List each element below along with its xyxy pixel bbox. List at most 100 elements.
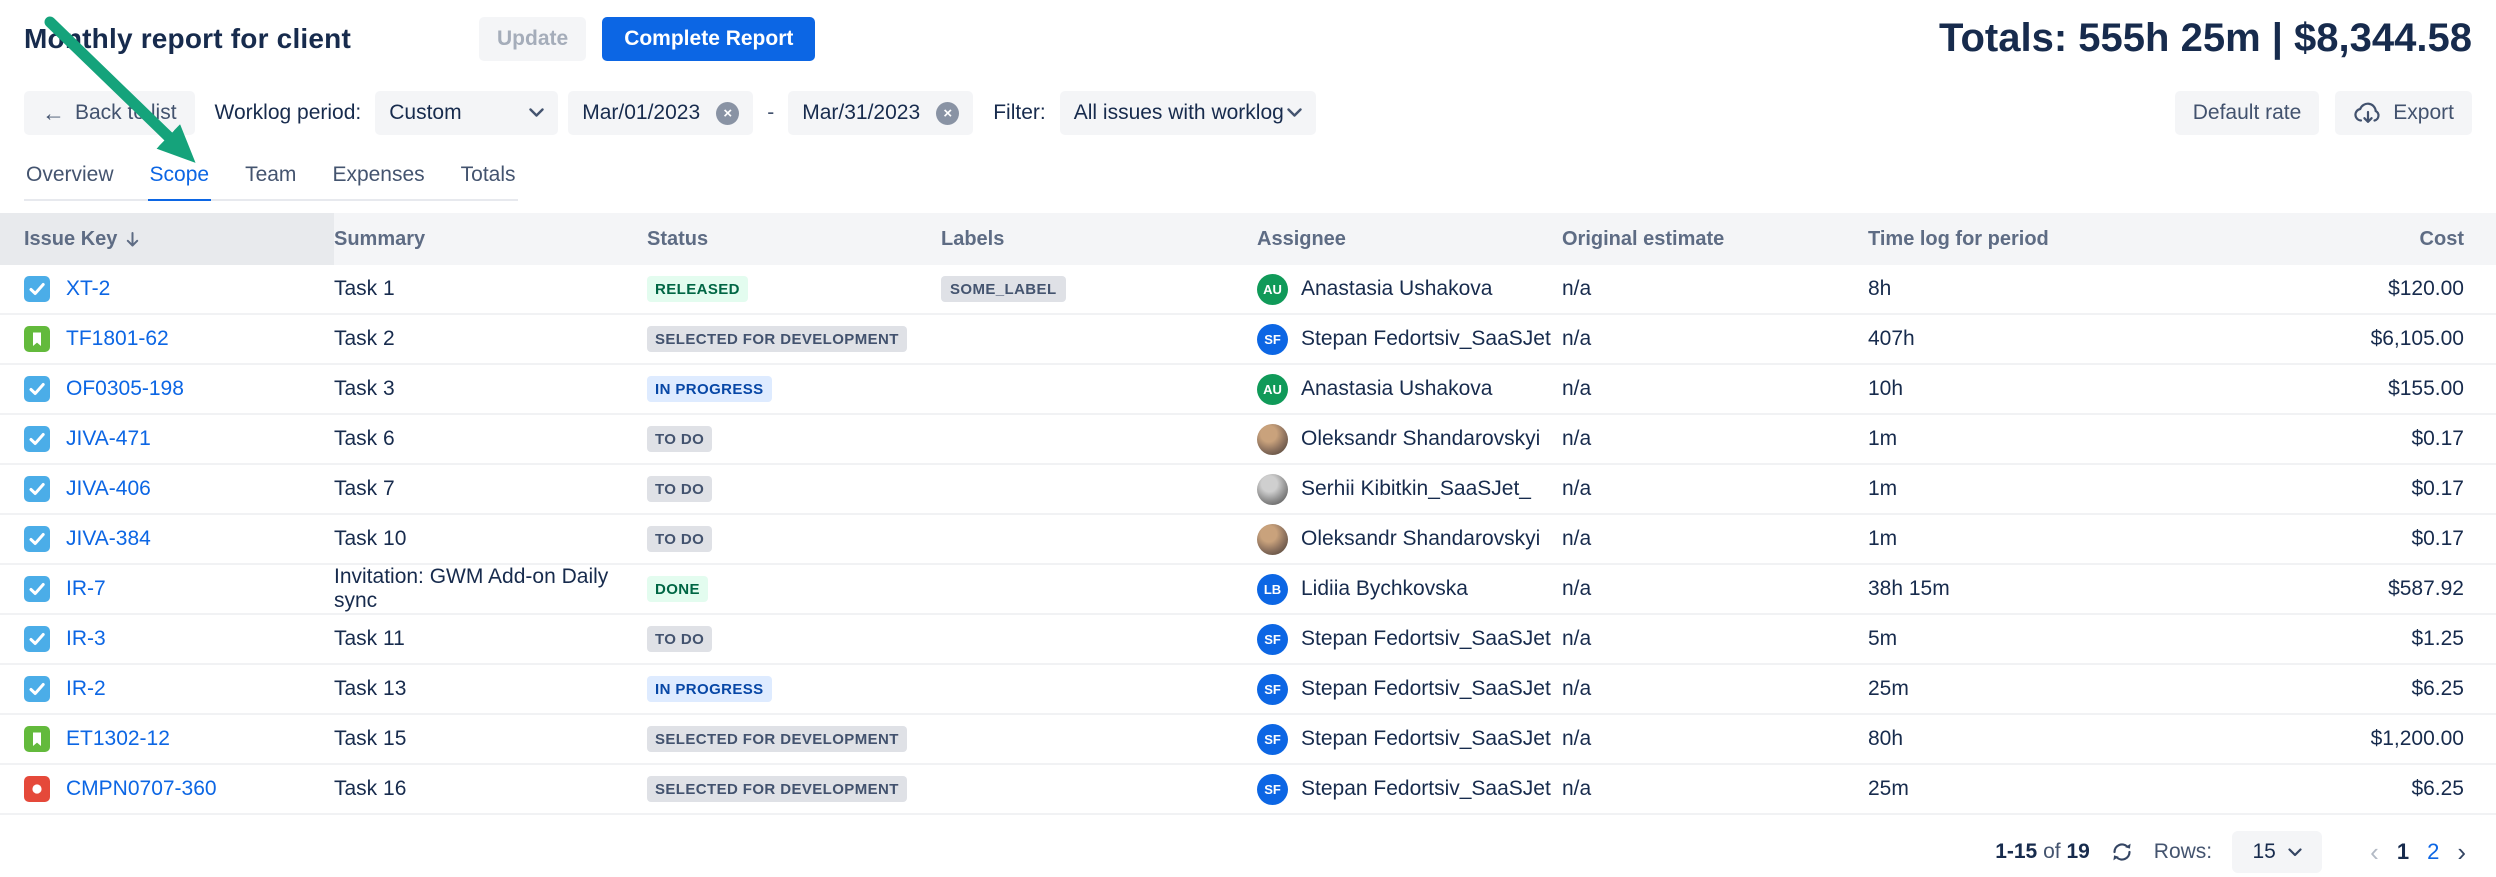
status-badge: TO DO — [647, 476, 712, 502]
next-page-button[interactable]: › — [2457, 837, 2466, 868]
page-button-2[interactable]: 2 — [2427, 839, 2439, 865]
avatar: SF — [1257, 724, 1288, 755]
status-cell: DONE — [647, 576, 941, 602]
status-badge: IN PROGRESS — [647, 676, 772, 702]
table-body: XT-2Task 1RELEASEDSOME_LABELAUAnastasia … — [0, 265, 2496, 815]
issue-key-cell: CMPN0707-360 — [0, 776, 334, 802]
cost-cell: $155.00 — [2150, 377, 2496, 401]
issue-key-cell: OF0305-198 — [0, 376, 334, 402]
summary-cell: Task 2 — [334, 327, 647, 351]
issue-key-link[interactable]: IR-2 — [66, 677, 106, 701]
complete-report-button[interactable]: Complete Report — [602, 17, 815, 61]
issue-key-link[interactable]: JIVA-384 — [66, 527, 151, 551]
issues-table: Issue KeySummaryStatusLabelsAssigneeOrig… — [0, 213, 2496, 815]
filter-label: Filter: — [993, 101, 1046, 125]
story-type-icon — [24, 726, 50, 752]
summary-cell: Task 6 — [334, 427, 647, 451]
column-header-label: Summary — [334, 228, 425, 250]
status-cell: SELECTED FOR DEVELOPMENT — [647, 326, 941, 352]
refresh-icon — [2110, 840, 2134, 864]
tab-team[interactable]: Team — [243, 163, 298, 199]
clear-date-icon[interactable]: × — [936, 102, 959, 125]
date-from-input[interactable]: Mar/01/2023 × — [568, 91, 753, 135]
tab-expenses[interactable]: Expenses — [330, 163, 426, 199]
tab-overview[interactable]: Overview — [24, 163, 116, 199]
table-row: XT-2Task 1RELEASEDSOME_LABELAUAnastasia … — [0, 265, 2496, 315]
column-header-labels: Labels — [941, 228, 1257, 251]
pagination: ‹ 12 › — [2370, 837, 2466, 868]
issue-key-link[interactable]: CMPN0707-360 — [66, 777, 217, 801]
issue-key-link[interactable]: IR-3 — [66, 627, 106, 651]
filter-select[interactable]: All issues with worklog — [1060, 91, 1316, 135]
tab-scope[interactable]: Scope — [148, 163, 212, 201]
date-to-input[interactable]: Mar/31/2023 × — [788, 91, 973, 135]
assignee-cell: SFStepan Fedortsiv_SaaSJet — [1257, 724, 1562, 755]
of-label: of — [2043, 840, 2061, 863]
original-estimate-cell: n/a — [1562, 677, 1868, 701]
export-button[interactable]: Export — [2335, 91, 2472, 135]
assignee-name: Stepan Fedortsiv_SaaSJet — [1301, 627, 1551, 651]
table-row: IR-3Task 11TO DOSFStepan Fedortsiv_SaaSJ… — [0, 615, 2496, 665]
summary-cell: Task 15 — [334, 727, 647, 751]
table-row: IR-2Task 13IN PROGRESSSFStepan Fedortsiv… — [0, 665, 2496, 715]
original-estimate-cell: n/a — [1562, 777, 1868, 801]
original-estimate-cell: n/a — [1562, 327, 1868, 351]
label-badge: SOME_LABEL — [941, 276, 1066, 302]
original-estimate-cell: n/a — [1562, 527, 1868, 551]
toolbar: ← Back to list Worklog period: Custom Ma… — [0, 91, 2496, 135]
task-type-icon — [24, 576, 50, 602]
table-row: JIVA-471 Task 6TO DO Oleksandr Shandarovsk… — [0, 415, 2496, 465]
refresh-button[interactable] — [2110, 840, 2134, 864]
time-log-cell: 80h — [1868, 727, 2150, 751]
status-cell: RELEASED — [647, 276, 941, 302]
status-badge: TO DO — [647, 426, 712, 452]
issue-key-link[interactable]: TF1801-62 — [66, 327, 169, 351]
issue-key-link[interactable]: ET1302-12 — [66, 727, 170, 751]
task-type-icon — [24, 676, 50, 702]
prev-page-button[interactable]: ‹ — [2370, 837, 2379, 868]
issue-key-link[interactable]: IR-7 — [66, 577, 106, 601]
update-button[interactable]: Update — [479, 17, 586, 61]
issue-key-cell: IR-7 — [0, 576, 334, 602]
page-header: Monthly report for client Update Complet… — [0, 0, 2496, 61]
avatar: LB — [1257, 574, 1288, 605]
assignee-name: Oleksandr Shandarovskyi — [1301, 427, 1540, 451]
status-cell: SELECTED FOR DEVELOPMENT — [647, 726, 941, 752]
assignee-name: Anastasia Ushakova — [1301, 377, 1492, 401]
issue-key-link[interactable]: XT-2 — [66, 277, 110, 301]
issue-key-link[interactable]: OF0305-198 — [66, 377, 184, 401]
status-badge: SELECTED FOR DEVELOPMENT — [647, 776, 907, 802]
column-header-issue-key[interactable]: Issue Key — [0, 213, 334, 265]
issue-key-link[interactable]: JIVA-406 — [66, 477, 151, 501]
avatar — [1257, 524, 1288, 555]
period-select[interactable]: Custom — [375, 91, 558, 135]
tab-totals[interactable]: Totals — [459, 163, 518, 199]
table-row: ET1302-12 Task 15SELECTED FOR DEVELOPMENT… — [0, 715, 2496, 765]
date-range-separator: - — [767, 101, 774, 125]
rows-per-page-select[interactable]: 15 — [2232, 831, 2322, 873]
time-log-cell: 1m — [1868, 477, 2150, 501]
default-rate-button[interactable]: Default rate — [2175, 91, 2320, 135]
back-to-list-button[interactable]: ← Back to list — [24, 91, 195, 135]
avatar — [1257, 474, 1288, 505]
worklog-period-label: Worklog period: — [215, 101, 362, 125]
tabs-bar: Overview Scope Team Expenses Totals — [0, 163, 2496, 201]
cost-cell: $0.17 — [2150, 527, 2496, 551]
status-cell: TO DO — [647, 526, 941, 552]
column-header-label: Assignee — [1257, 228, 1346, 250]
issue-key-link[interactable]: JIVA-471 — [66, 427, 151, 451]
page-button-1[interactable]: 1 — [2397, 839, 2409, 865]
time-log-cell: 1m — [1868, 527, 2150, 551]
clear-date-icon[interactable]: × — [716, 102, 739, 125]
task-type-icon — [24, 426, 50, 452]
original-estimate-cell: n/a — [1562, 277, 1868, 301]
assignee-name: Stepan Fedortsiv_SaaSJet — [1301, 777, 1551, 801]
story-type-icon — [24, 326, 50, 352]
avatar: SF — [1257, 324, 1288, 355]
cost-cell: $1,200.00 — [2150, 727, 2496, 751]
cost-cell: $6,105.00 — [2150, 327, 2496, 351]
column-header-label: Cost — [2420, 228, 2464, 250]
cost-cell: $1.25 — [2150, 627, 2496, 651]
avatar: SF — [1257, 674, 1288, 705]
original-estimate-cell: n/a — [1562, 427, 1868, 451]
